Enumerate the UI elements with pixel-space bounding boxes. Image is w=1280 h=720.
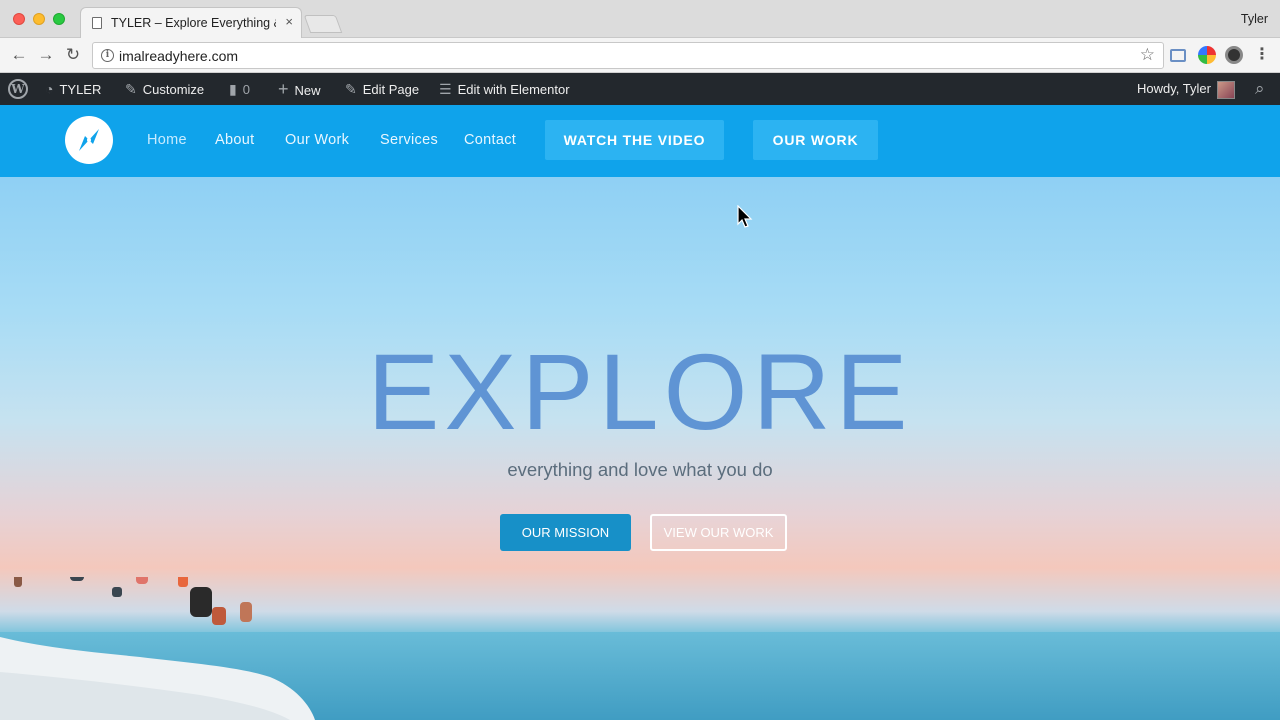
dashboard-icon: ◔ [45, 81, 54, 97]
site-name-label: TYLER [59, 82, 102, 97]
comment-icon: ▮ [229, 81, 237, 97]
address-bar[interactable]: i imalreadyhere.com ☆ [92, 42, 1164, 69]
browser-menu-icon[interactable]: ⋮ [1254, 46, 1270, 64]
admin-comments[interactable]: ▮ 0 [229, 73, 250, 105]
admin-site-name[interactable]: ◔ TYLER [45, 73, 101, 105]
browser-tabstrip: TYLER – Explore Everything & Love × Tyle… [0, 0, 1280, 38]
edit-elementor-label: Edit with Elementor [457, 82, 570, 97]
color-picker-extension-icon[interactable] [1198, 46, 1216, 64]
compass-logo-icon[interactable] [65, 116, 113, 164]
tab-close-icon[interactable]: × [285, 14, 293, 29]
site-header: Home About Our Work Services Contact WAT… [0, 105, 1280, 177]
nav-about[interactable]: About [215, 132, 254, 148]
edit-page-label: Edit Page [362, 82, 420, 97]
cast-icon[interactable] [1170, 49, 1186, 62]
browser-tab-active[interactable]: TYLER – Explore Everything & Love × [80, 7, 302, 38]
watch-video-button[interactable]: WATCH THE VIDEO [545, 120, 724, 160]
tab-title: TYLER – Explore Everything & Love [111, 16, 276, 30]
nav-home[interactable]: Home [147, 132, 187, 148]
admin-search-icon[interactable]: ⌕ [1255, 73, 1265, 105]
comments-count: 0 [242, 82, 250, 97]
admin-account[interactable]: Howdy, Tyler [1137, 73, 1235, 105]
browser-toolbar: ← → ↻ i imalreadyhere.com ☆ ⋮ [0, 38, 1280, 73]
our-work-button[interactable]: OUR WORK [753, 120, 878, 160]
dark-extension-icon[interactable] [1225, 46, 1243, 64]
plus-icon: + [278, 79, 289, 99]
page-icon [92, 17, 102, 29]
admin-customize[interactable]: ✎ Customize [125, 73, 204, 105]
maximize-window-button[interactable] [53, 13, 65, 25]
elementor-icon: ☰ [439, 81, 452, 97]
howdy-label: Howdy, Tyler [1137, 81, 1211, 96]
admin-new[interactable]: + New [278, 73, 321, 105]
admin-edit-elementor[interactable]: ☰ Edit with Elementor [439, 73, 570, 105]
new-tab-button[interactable] [303, 15, 343, 33]
forward-arrow-icon[interactable]: → [35, 44, 57, 66]
admin-edit-page[interactable]: ✎ Edit Page [345, 73, 419, 105]
profile-name[interactable]: Tyler [1241, 12, 1268, 26]
info-icon[interactable]: i [101, 49, 114, 62]
close-window-button[interactable] [13, 13, 25, 25]
view-our-work-button[interactable]: VIEW OUR WORK [650, 514, 787, 551]
wordpress-logo-icon[interactable]: W [8, 79, 28, 99]
nav-services[interactable]: Services [380, 132, 438, 148]
minimize-window-button[interactable] [33, 13, 45, 25]
pencil-icon: ✎ [345, 81, 357, 97]
our-mission-button[interactable]: OUR MISSION [500, 514, 631, 551]
reload-icon[interactable]: ↻ [62, 44, 84, 66]
cliff-with-people-image [0, 577, 315, 720]
avatar [1216, 80, 1235, 99]
hero-title: EXPLORE [367, 331, 913, 452]
paintbrush-icon: ✎ [125, 81, 137, 97]
url-text[interactable]: imalreadyhere.com [119, 48, 238, 64]
new-label: New [294, 83, 321, 98]
back-arrow-icon[interactable]: ← [8, 44, 30, 66]
customize-label: Customize [142, 82, 205, 97]
hero-subtitle: everything and love what you do [507, 459, 773, 480]
hero-section: EXPLORE everything and love what you do … [0, 177, 1280, 720]
bookmark-star-icon[interactable]: ☆ [1140, 45, 1155, 65]
mouse-cursor-icon [737, 205, 753, 228]
nav-our-work[interactable]: Our Work [285, 132, 349, 148]
wp-admin-bar: W ◔ TYLER ✎ Customize ▮ 0 + New ✎ Edit Page ☰… [0, 73, 1280, 105]
nav-contact[interactable]: Contact [464, 132, 516, 148]
